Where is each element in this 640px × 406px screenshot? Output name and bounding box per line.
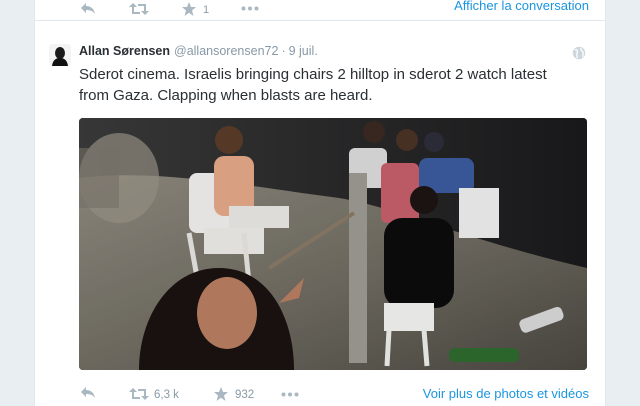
retweet-count: 6,3 k [154,389,179,401]
globe-icon [572,46,586,60]
tweet-actions: 6,3 k 932 Voir plus de photos et vidéos [35,384,605,406]
tweet-header: Allan Sørensen @allansorensen72 · 9 juil. [79,44,318,58]
retweet-icon[interactable] [129,2,149,16]
author-username[interactable]: @allansorensen72 [174,44,278,58]
previous-tweet-actions: 1 Afficher la conversation [35,0,605,21]
tweet-text: Sderot cinema. Israelis bringing chairs … [79,66,547,104]
star-icon[interactable] [213,386,229,402]
tweet-timestamp[interactable]: 9 juil. [289,44,318,58]
more-dots-icon[interactable] [281,392,299,397]
more-dots-icon[interactable] [241,6,259,11]
more-photos-link[interactable]: Voir plus de photos et vidéos [423,386,589,401]
reply-icon[interactable] [80,2,96,16]
reply-icon[interactable] [80,386,96,400]
header-separator: · [281,44,286,58]
tweet-photo[interactable] [79,118,587,370]
star-icon[interactable] [181,1,197,17]
show-conversation-link[interactable]: Afficher la conversation [454,0,589,13]
retweet-icon[interactable] [129,387,149,401]
favorite-count: 1 [203,4,210,16]
timeline-column: 1 Afficher la conversation Allan Sørense… [34,0,606,406]
tweet: Allan Sørensen @allansorensen72 · 9 juil. S… [35,32,605,406]
avatar[interactable] [49,44,71,66]
favorite-count: 932 [235,389,255,401]
author-fullname[interactable]: Allan Sørensen [79,44,170,58]
